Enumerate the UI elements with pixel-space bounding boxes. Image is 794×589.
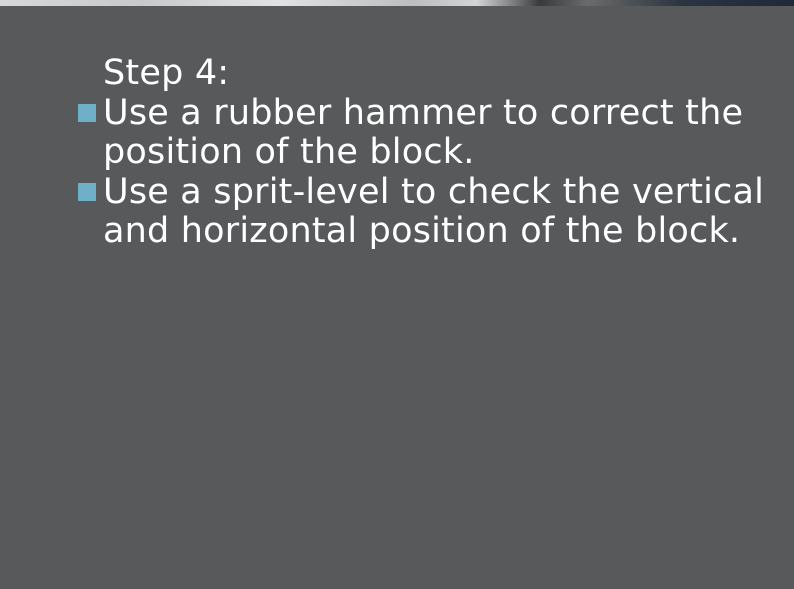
square-bullet-icon bbox=[78, 182, 96, 201]
step-heading: Step 4: bbox=[103, 53, 230, 93]
bullet-text: Use a rubber hammer to correct the posit… bbox=[103, 92, 744, 172]
slide: Step 4: Use a rubber hammer to correct t… bbox=[0, 0, 794, 589]
bullet-text: Use a sprit-level to check the vertical … bbox=[103, 171, 765, 251]
header-photo-strip bbox=[0, 0, 794, 6]
bullet-item: Use a rubber hammer to correct the posit… bbox=[76, 92, 776, 173]
bullet-item: Use a sprit-level to check the vertical … bbox=[76, 171, 776, 252]
slide-content: Step 4: Use a rubber hammer to correct t… bbox=[76, 53, 776, 252]
square-bullet-icon bbox=[78, 103, 96, 122]
